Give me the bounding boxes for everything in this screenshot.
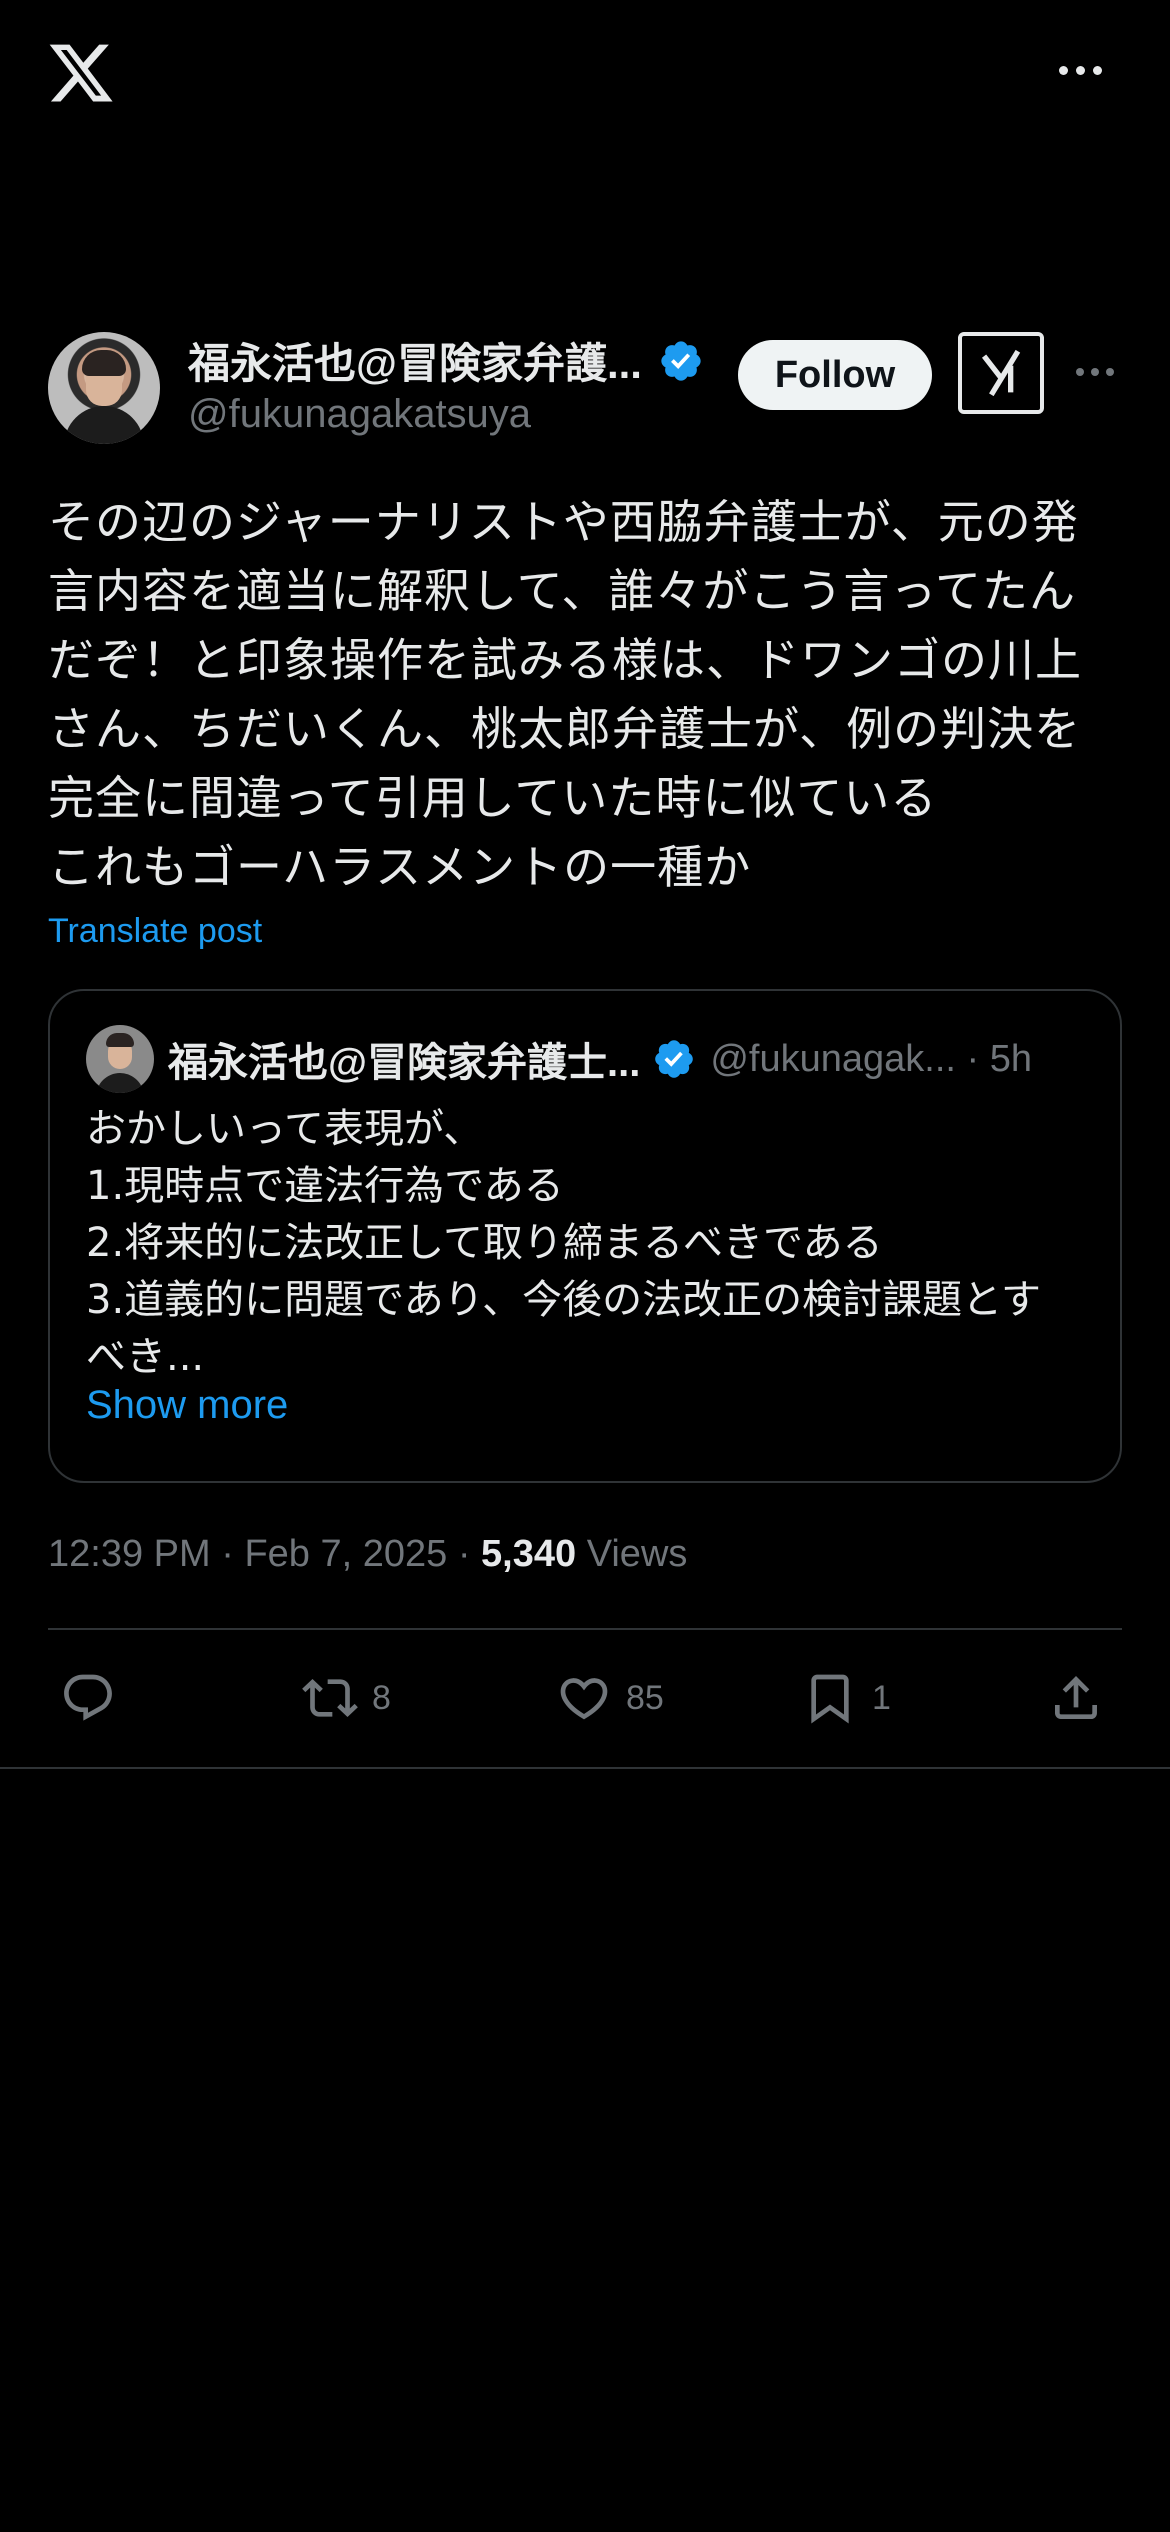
share-button[interactable]: [1048, 1670, 1104, 1726]
post-date[interactable]: Feb 7, 2025: [244, 1533, 447, 1575]
quoted-meta: @fukunagak... · 5h: [710, 1037, 1033, 1080]
quoted-handle: @fukunagak...: [710, 1037, 956, 1080]
post-header: 福永活也@冒険家弁護... @fukunagakatsuya Follow: [48, 330, 1122, 450]
grok-icon: [981, 349, 1021, 397]
like-button[interactable]: 85: [556, 1670, 664, 1726]
x-logo-icon[interactable]: [46, 38, 116, 108]
views-label: Views: [586, 1533, 688, 1575]
reply-icon: [64, 1674, 112, 1721]
grok-button[interactable]: [958, 332, 1044, 414]
bookmark-button[interactable]: 1: [802, 1670, 891, 1726]
author-handle[interactable]: @fukunagakatsuya: [188, 392, 531, 437]
author-name[interactable]: 福永活也@冒険家弁護...: [188, 330, 642, 391]
quoted-post-header: 福永活也@冒険家弁護士... @fukunagak... · 5h: [86, 1025, 1086, 1093]
top-bar: [0, 0, 1170, 150]
quoted-post[interactable]: 福永活也@冒険家弁護士... @fukunagak... · 5h おかしいって…: [48, 989, 1122, 1483]
author-row: 福永活也@冒険家弁護...: [188, 330, 704, 391]
bookmark-icon: [811, 1674, 849, 1724]
more-icon[interactable]: [1050, 60, 1110, 80]
post-more-icon[interactable]: [1076, 368, 1122, 380]
quoted-author-name: 福永活也@冒険家弁護士...: [168, 1041, 641, 1085]
repost-count: 8: [372, 1678, 391, 1717]
post: 福永活也@冒険家弁護... @fukunagakatsuya Follow その…: [48, 330, 1122, 1768]
reply-button[interactable]: [60, 1670, 116, 1726]
verified-badge-icon: [655, 1040, 694, 1078]
bottom-divider: [0, 1767, 1170, 1769]
share-icon: [1055, 1676, 1097, 1719]
repost-button[interactable]: 8: [302, 1670, 391, 1726]
quoted-avatar: [86, 1025, 154, 1093]
views-count: 5,340: [481, 1533, 577, 1575]
quoted-text: おかしいって表現が、 1.現時点で違法行為である 2.将来的に法改正して取り締ま…: [86, 1106, 1041, 1380]
show-more-link[interactable]: Show more: [86, 1383, 288, 1428]
post-time[interactable]: 12:39 PM: [48, 1533, 211, 1575]
repost-icon: [302, 1679, 358, 1717]
post-text: その辺のジャーナリストや西脇弁護士が、元の発 言内容を適当に解釈して、誰々がこう…: [48, 495, 1082, 894]
avatar[interactable]: [48, 332, 160, 444]
bookmark-count: 1: [872, 1678, 891, 1717]
translate-post-link[interactable]: Translate post: [48, 912, 1122, 951]
action-bar: 8 85 1: [48, 1630, 1122, 1768]
follow-button[interactable]: Follow: [738, 340, 932, 410]
verified-badge-icon: [661, 340, 701, 381]
post-meta: 12:39 PM · Feb 7, 2025 · 5,340 Views: [48, 1533, 688, 1575]
like-icon: [560, 1678, 608, 1720]
quoted-age: 5h: [989, 1037, 1033, 1080]
like-count: 85: [626, 1678, 664, 1717]
